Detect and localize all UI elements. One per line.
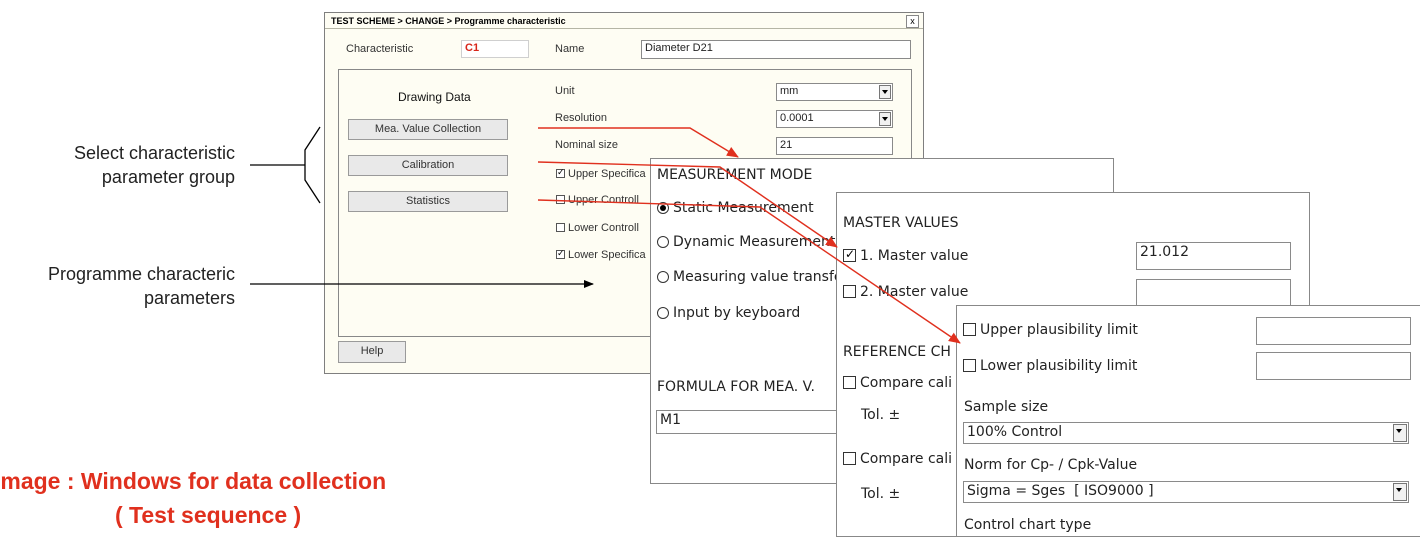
name-field[interactable]: Diameter D21 [641,40,911,59]
reference-heading: REFERENCE CH [843,344,951,360]
characteristic-label: Characteristic [346,43,414,55]
upper-plausibility-field[interactable] [1256,317,1411,345]
resolution-label: Resolution [555,112,607,124]
upper-specification-check[interactable]: Upper Specifica [556,167,646,180]
upper-control-label: Upper Controll [568,194,639,206]
caption-programme-line1: Programme characteric [47,264,235,284]
chevron-down-icon[interactable] [879,112,891,126]
radio-icon[interactable] [657,271,669,283]
group-bracket [304,126,321,204]
control-chart-type-label: Control chart type [964,517,1092,533]
measuring-value-transfer-option[interactable]: Measuring value transfe [657,269,843,285]
tolerance-1-label: Tol. ± [861,407,901,423]
compare-calibration-2-label: Compare cali [860,451,953,467]
upper-plausibility-label: Upper plausibility limit [980,322,1138,338]
checkbox-icon[interactable] [556,195,565,204]
statistics-button[interactable]: Statistics [348,191,508,212]
master-value-1-label: 1. Master value [860,248,969,264]
resolution-value: 0.0001 [780,112,814,124]
checkbox-icon[interactable] [556,167,565,178]
dialog-title: TEST SCHEME > CHANGE > Programme charact… [331,16,566,26]
unit-select[interactable]: mm [776,83,893,101]
name-label: Name [555,43,585,55]
lower-specification-check[interactable]: Lower Specifica [556,248,646,261]
upper-specification-label: Upper Specifica [568,168,646,180]
calibration-button[interactable]: Calibration [348,155,508,176]
caption-select-group: Select characteristic parameter group [20,141,235,189]
static-measurement-label: Static Measurement [673,200,814,216]
checkbox-icon[interactable] [843,376,856,389]
lower-plausibility-check[interactable]: Lower plausibility limit [963,358,1137,374]
lower-specification-label: Lower Specifica [568,249,646,261]
master-values-heading: MASTER VALUES [843,215,959,231]
formula-value: M1 [660,412,681,428]
nominal-size-value: 21 [780,139,793,151]
statistics-panel: Upper plausibility limit Lower plausibil… [956,305,1420,537]
dialog-titlebar: TEST SCHEME > CHANGE > Programme charact… [325,13,923,29]
chevron-down-icon[interactable] [1393,424,1407,442]
measuring-value-transfer-label: Measuring value transfe [673,269,843,285]
characteristic-value: C1 [465,42,480,54]
lower-plausibility-field[interactable] [1256,352,1411,380]
checkbox-icon[interactable] [556,223,565,232]
input-by-keyboard-label: Input by keyboard [673,305,801,321]
close-button[interactable]: x [906,15,919,28]
checkbox-icon[interactable] [843,247,856,262]
checkbox-icon[interactable] [556,248,565,259]
formula-field[interactable]: M1 [656,410,846,434]
checkbox-icon[interactable] [843,285,856,298]
nominal-size-label: Nominal size [555,139,618,151]
static-measurement-option[interactable]: Static Measurement [657,200,814,216]
unit-label: Unit [555,85,575,97]
norm-value: Sigma = Sges [ ISO9000 ] [967,483,1154,499]
formula-heading: FORMULA FOR MEA. V. [657,379,815,395]
upper-plausibility-check[interactable]: Upper plausibility limit [963,322,1138,338]
drawing-data-label: Drawing Data [398,90,471,104]
chevron-down-icon[interactable] [879,85,891,99]
norm-label: Norm for Cp- / Cpk-Value [964,457,1138,473]
caption-select-group-line1: Select characteristic [73,143,235,163]
master-value-1-value: 21.012 [1140,244,1189,260]
caption-programme-line2: parameters [143,288,235,308]
help-button[interactable]: Help [338,341,406,363]
image-title-line1: Image : Windows for data collection [0,468,387,494]
compare-calibration-1-label: Compare cali [860,375,953,391]
upper-control-check[interactable]: Upper Controll [556,194,639,206]
sample-size-label: Sample size [964,399,1049,415]
master-value-1-field[interactable]: 21.012 [1136,242,1291,270]
lower-plausibility-label: Lower plausibility limit [980,358,1138,374]
image-title-line2: ( Test sequence ) [115,502,302,528]
name-value: Diameter D21 [645,42,713,54]
mea-value-collection-button[interactable]: Mea. Value Collection [348,119,508,140]
master-value-2-label: 2. Master value [860,284,969,300]
checkbox-icon[interactable] [963,359,976,372]
norm-select[interactable]: Sigma = Sges [ ISO9000 ] [963,481,1409,503]
lower-control-label: Lower Controll [568,222,639,234]
radio-icon[interactable] [657,202,669,214]
radio-icon[interactable] [657,236,669,248]
master-value-2-check[interactable]: 2. Master value [843,284,968,300]
compare-calibration-2-check[interactable]: Compare cali [843,451,952,467]
tolerance-2-label: Tol. ± [861,486,901,502]
checkbox-icon[interactable] [843,452,856,465]
lower-control-check[interactable]: Lower Controll [556,222,639,234]
measurement-mode-heading: MEASUREMENT MODE [657,167,813,183]
nominal-size-field[interactable]: 21 [776,137,893,155]
sample-size-value: 100% Control [967,424,1063,440]
dynamic-measurement-label: Dynamic Measurement [673,234,836,250]
input-by-keyboard-option[interactable]: Input by keyboard [657,305,800,321]
master-value-2-field[interactable] [1136,279,1291,307]
sample-size-select[interactable]: 100% Control [963,422,1409,444]
radio-icon[interactable] [657,307,669,319]
unit-value: mm [780,85,799,97]
checkbox-icon[interactable] [963,323,976,336]
resolution-select[interactable]: 0.0001 [776,110,893,128]
compare-calibration-1-check[interactable]: Compare cali [843,375,952,391]
characteristic-field[interactable]: C1 [461,40,529,58]
master-value-1-check[interactable]: 1. Master value [843,247,969,264]
dynamic-measurement-option[interactable]: Dynamic Measurement [657,234,835,250]
caption-select-group-line2: parameter group [101,167,235,187]
caption-programme-parameters: Programme characteric parameters [0,262,235,310]
chevron-down-icon[interactable] [1393,483,1407,501]
